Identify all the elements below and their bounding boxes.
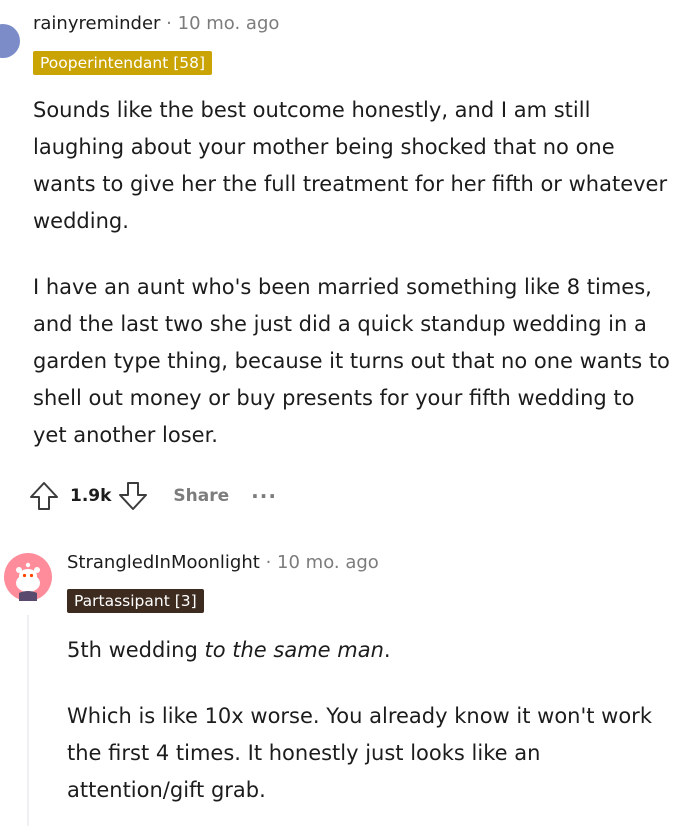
avatar[interactable] <box>0 24 20 58</box>
user-flair: Pooperintendant [58] <box>33 51 213 75</box>
meta-separator: · <box>166 13 172 34</box>
user-flair: Partassipant [3] <box>67 589 204 613</box>
username[interactable]: StrangledInMoonlight <box>67 552 260 573</box>
more-options-button[interactable]: ··· <box>251 484 277 508</box>
arrow-down-icon[interactable] <box>117 480 149 512</box>
comment-body: Sounds like the best outcome honestly, a… <box>33 92 673 483</box>
paragraph-punctuation: . <box>383 638 391 662</box>
timestamp[interactable]: 10 mo. ago <box>178 13 280 34</box>
username[interactable]: rainyreminder <box>33 13 160 34</box>
share-button[interactable]: Share <box>173 486 229 506</box>
arrow-up-icon[interactable] <box>28 480 60 512</box>
vote-score: 1.9k <box>70 486 112 506</box>
comment-meta: StrangledInMoonlight · 10 mo. ago <box>67 552 379 573</box>
meta-separator: · <box>265 552 272 573</box>
comment-paragraph: Which is like 10x worse. You already kno… <box>67 704 652 802</box>
comment-meta: rainyreminder · 10 mo. ago <box>33 13 279 34</box>
comment-actions: 1.9k Share ··· <box>28 476 277 516</box>
thread-line[interactable] <box>27 615 29 826</box>
snoo-avatar-icon[interactable] <box>4 553 52 601</box>
comment-paragraph: Sounds like the best outcome honestly, a… <box>33 98 668 233</box>
comment-body: 5th wedding to the same man. Which is li… <box>67 632 677 838</box>
comment-paragraph: I have an aunt who's been married someth… <box>33 275 670 447</box>
timestamp[interactable]: 10 mo. ago <box>277 552 379 573</box>
comment-paragraph: 5th wedding to the same man. <box>67 632 677 669</box>
paragraph-text: 5th wedding <box>67 638 205 662</box>
emphasized-text: to the same man <box>204 638 384 662</box>
